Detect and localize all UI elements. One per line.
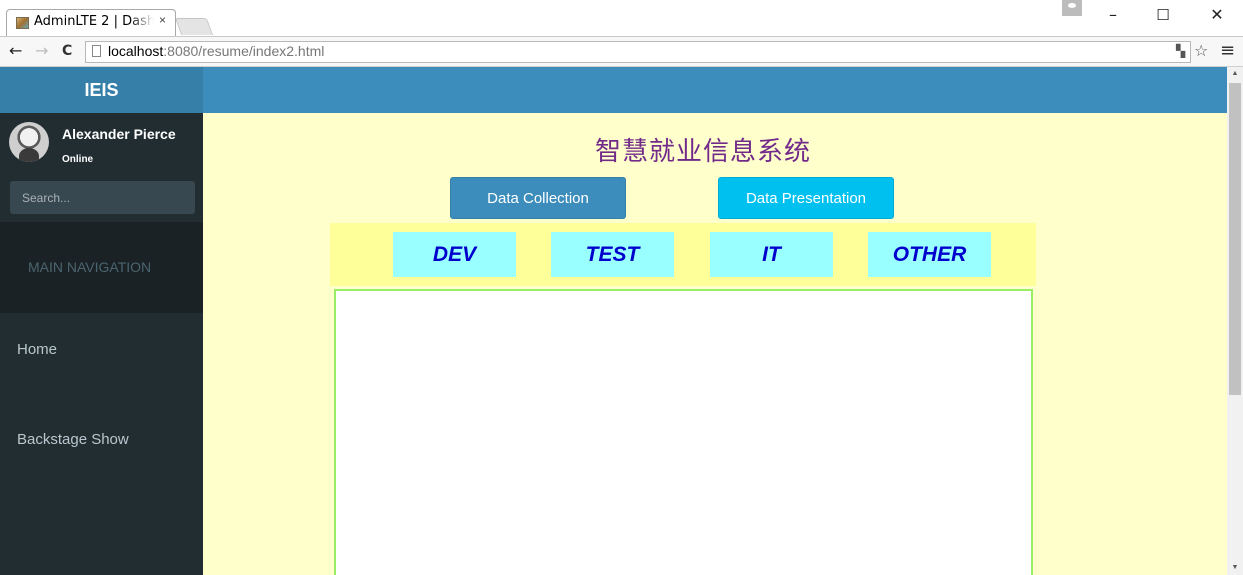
scroll-down-arrow-icon[interactable]: ▼ — [1227, 561, 1243, 575]
scrollbar-thumb[interactable] — [1229, 83, 1241, 395]
tab-title: AdminLTE 2 | Dashboard — [34, 14, 154, 29]
vertical-scrollbar[interactable]: ▲ ▼ — [1227, 67, 1243, 575]
browser-toolbar: ← → C localhost:8080/resume/index2.html … — [0, 36, 1243, 67]
category-tab-it[interactable]: IT — [710, 232, 833, 277]
translate-icon[interactable]: ▚ — [1176, 41, 1185, 61]
new-tab-button[interactable] — [174, 18, 214, 35]
forward-arrow-icon[interactable]: → — [35, 40, 48, 62]
data-collection-button[interactable]: Data Collection — [450, 177, 626, 219]
browser-tab[interactable]: AdminLTE 2 | Dashboard × — [6, 9, 176, 36]
bookmark-star-icon[interactable]: ☆ — [1194, 41, 1208, 61]
sidebar: Alexander Pierce Online MAIN NAVIGATION … — [0, 113, 203, 575]
address-bar[interactable]: localhost:8080/resume/index2.html — [85, 41, 1191, 63]
back-arrow-icon[interactable]: ← — [9, 40, 22, 62]
main-content: 智慧就业信息系统 Data Collection Data Presentati… — [203, 113, 1227, 575]
sidebar-item-home[interactable]: Home — [0, 332, 203, 368]
profile-icon[interactable] — [1062, 0, 1082, 16]
user-status: Online — [62, 154, 94, 165]
app-logo[interactable]: IEIS — [0, 67, 203, 113]
close-window-button[interactable]: ✕ — [1194, 2, 1240, 28]
tab-favicon-icon — [16, 17, 29, 29]
minimize-button[interactable]: – — [1090, 2, 1136, 28]
url-path: :8080/resume/index2.html — [163, 43, 325, 59]
page-title: 智慧就业信息系统 — [594, 137, 811, 167]
category-tab-dev[interactable]: DEV — [393, 232, 516, 277]
category-tab-test[interactable]: TEST — [551, 232, 674, 277]
category-bar: DEV TEST IT OTHER — [330, 223, 1036, 286]
nav-header: MAIN NAVIGATION — [0, 222, 203, 313]
browser-titlebar: AdminLTE 2 | Dashboard × – ☐ ✕ — [0, 0, 1243, 36]
category-tab-other[interactable]: OTHER — [868, 232, 991, 277]
sidebar-search — [0, 173, 203, 222]
data-presentation-button[interactable]: Data Presentation — [718, 177, 894, 219]
user-name: Alexander Pierce — [62, 126, 176, 142]
display-panel — [334, 289, 1033, 575]
url-text: localhost:8080/resume/index2.html — [108, 43, 324, 59]
sidebar-item-backstage-show[interactable]: Backstage Show — [0, 422, 203, 458]
url-host: localhost — [108, 43, 164, 59]
page: IEIS Alexander Pierce Online MAIN NAVIGA… — [0, 67, 1227, 575]
chrome-menu-icon[interactable]: ≡ — [1220, 41, 1235, 61]
maximize-button[interactable]: ☐ — [1140, 2, 1186, 28]
user-panel: Alexander Pierce Online — [0, 113, 203, 173]
tab-close-icon[interactable]: × — [159, 13, 166, 27]
scroll-up-arrow-icon[interactable]: ▲ — [1227, 67, 1243, 81]
page-icon — [92, 45, 101, 57]
search-input[interactable] — [10, 181, 195, 214]
reload-icon[interactable]: C — [62, 40, 72, 62]
avatar — [9, 122, 49, 162]
